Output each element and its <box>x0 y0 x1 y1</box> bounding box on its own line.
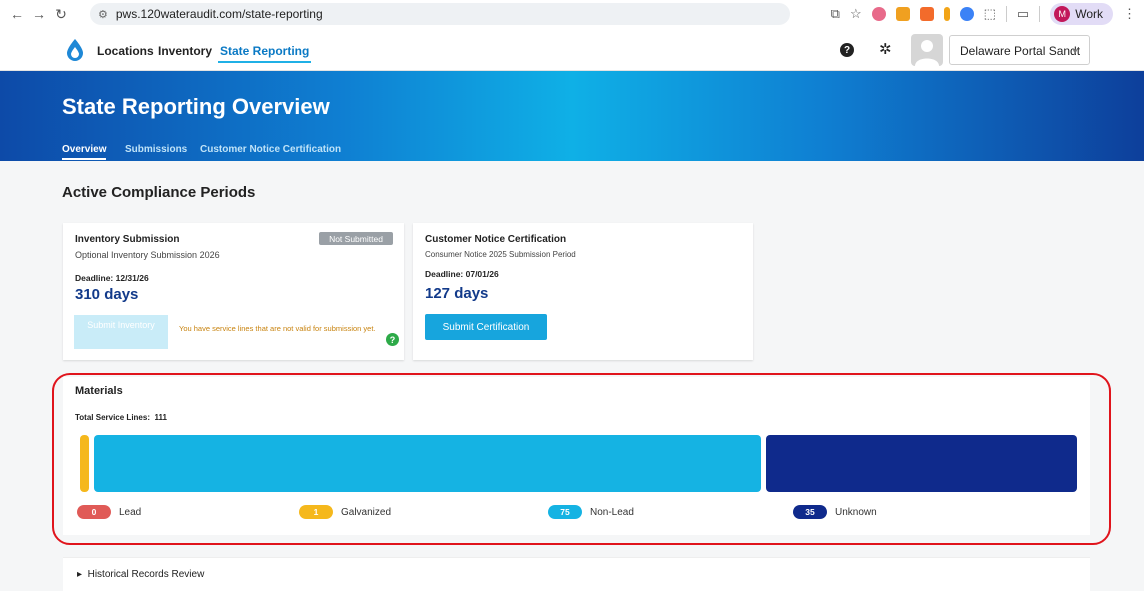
card-subtitle: Optional Inventory Submission 2026 <box>75 250 220 260</box>
divider <box>1005 6 1007 22</box>
bar-segment-galvanized <box>80 435 89 492</box>
tab-customer-notice-certification[interactable]: Customer Notice Certification <box>200 144 341 155</box>
tab-overview[interactable]: Overview <box>62 144 107 160</box>
back-icon[interactable]: ← <box>6 6 28 22</box>
extension-icon[interactable] <box>919 7 934 21</box>
deadline-text: Deadline: 12/31/26 <box>75 273 149 283</box>
portal-select[interactable]: Delaware Portal Sandt ▼ <box>949 35 1090 65</box>
legend-lead: 0 Lead <box>77 505 141 519</box>
customer-notice-card: Customer Notice Certification Consumer N… <box>413 223 753 360</box>
unknown-label: Unknown <box>835 506 877 518</box>
install-app-icon[interactable]: ⧉ <box>831 6 840 22</box>
caret-right-icon: ▸ <box>77 569 83 580</box>
forward-icon[interactable]: → <box>28 6 50 22</box>
submit-inventory-button[interactable]: Submit Inventory <box>74 315 168 349</box>
page-banner: State Reporting Overview Overview Submis… <box>0 71 1144 161</box>
extension-icon[interactable] <box>895 7 910 21</box>
card-subtitle: Consumer Notice 2025 Submission Period <box>425 250 576 259</box>
browser-toolbar: ← → ↻ ⚙ pws.120wateraudit.com/state-repo… <box>0 0 1144 28</box>
days-remaining: 310 days <box>75 286 139 303</box>
bar-segment-unknown <box>765 435 1077 492</box>
site-settings-icon[interactable]: ⚙ <box>98 8 108 21</box>
lead-label: Lead <box>119 506 142 518</box>
water-drop-logo-icon[interactable] <box>67 39 83 61</box>
days-remaining: 127 days <box>425 285 489 302</box>
galvanized-label: Galvanized <box>341 506 392 518</box>
status-badge: Not Submitted <box>319 232 393 245</box>
chevron-down-icon: ▼ <box>1071 47 1079 56</box>
extension-icon[interactable] <box>959 7 974 21</box>
menu-kebab-icon[interactable]: ⋮ <box>1123 6 1136 22</box>
profile-chip[interactable]: M Work <box>1050 3 1113 25</box>
unknown-count-pill: 35 <box>793 505 827 519</box>
profile-avatar: M <box>1054 6 1071 22</box>
total-service-lines: Total Service Lines: 111 <box>75 413 167 422</box>
total-value: 111 <box>154 413 167 422</box>
divider <box>1039 6 1041 22</box>
non-lead-label: Non-Lead <box>590 506 634 518</box>
bar-segment-non-lead <box>93 435 761 492</box>
extension-icon[interactable] <box>871 7 886 21</box>
card-title: Customer Notice Certification <box>425 234 567 245</box>
page-title: State Reporting Overview <box>62 94 330 119</box>
nav-inventory[interactable]: Inventory <box>158 44 212 58</box>
avatar[interactable] <box>911 34 943 66</box>
help-icon[interactable]: ? <box>386 333 399 346</box>
submit-certification-button[interactable]: Submit Certification <box>425 314 547 340</box>
portal-select-value: Delaware Portal Sandt <box>960 44 1081 58</box>
materials-title: Materials <box>75 385 123 397</box>
card-title: Inventory Submission <box>75 234 180 245</box>
section-title: Active Compliance Periods <box>62 184 256 201</box>
gear-icon[interactable]: ✲ <box>879 40 892 58</box>
url-text: pws.120wateraudit.com/state-reporting <box>115 7 323 21</box>
legend-non-lead: 75 Non-Lead <box>548 505 634 519</box>
extension-icon[interactable] <box>943 7 950 21</box>
help-icon[interactable]: ? <box>840 43 854 57</box>
browser-actions: ⧉ ☆ ⬚ ▭ M Work ⋮ <box>831 3 1136 25</box>
total-label: Total Service Lines: <box>75 413 150 422</box>
warning-text: You have service lines that are not vali… <box>179 324 376 333</box>
address-bar[interactable]: ⚙ pws.120wateraudit.com/state-reporting <box>90 3 790 25</box>
bookmark-star-icon[interactable]: ☆ <box>850 6 862 22</box>
nav-state-reporting[interactable]: State Reporting <box>217 44 312 63</box>
historical-records-section[interactable]: ▸ Historical Records Review <box>63 557 1090 591</box>
nav-locations[interactable]: Locations <box>97 44 154 58</box>
side-panel-icon[interactable]: ▭ <box>1017 6 1029 22</box>
materials-panel: Materials Total Service Lines: 111 0 Lea… <box>63 377 1090 535</box>
legend-unknown: 35 Unknown <box>793 505 877 519</box>
reload-icon[interactable]: ↻ <box>50 6 72 23</box>
galvanized-count-pill: 1 <box>299 505 333 519</box>
legend-galvanized: 1 Galvanized <box>299 505 391 519</box>
extensions-puzzle-icon[interactable]: ⬚ <box>984 6 996 22</box>
deadline-text: Deadline: 07/01/26 <box>425 269 499 279</box>
lead-count-pill: 0 <box>77 505 111 519</box>
tab-submissions[interactable]: Submissions <box>125 144 187 155</box>
historical-records-label: Historical Records Review <box>87 569 205 580</box>
inventory-submission-card: Inventory Submission Not Submitted Optio… <box>63 223 404 360</box>
app-header: Locations Inventory State Reporting ? ✲ … <box>0 28 1144 71</box>
historical-records-toggle[interactable]: ▸ Historical Records Review <box>77 569 204 580</box>
profile-label: Work <box>1075 7 1103 21</box>
non-lead-count-pill: 75 <box>548 505 582 519</box>
